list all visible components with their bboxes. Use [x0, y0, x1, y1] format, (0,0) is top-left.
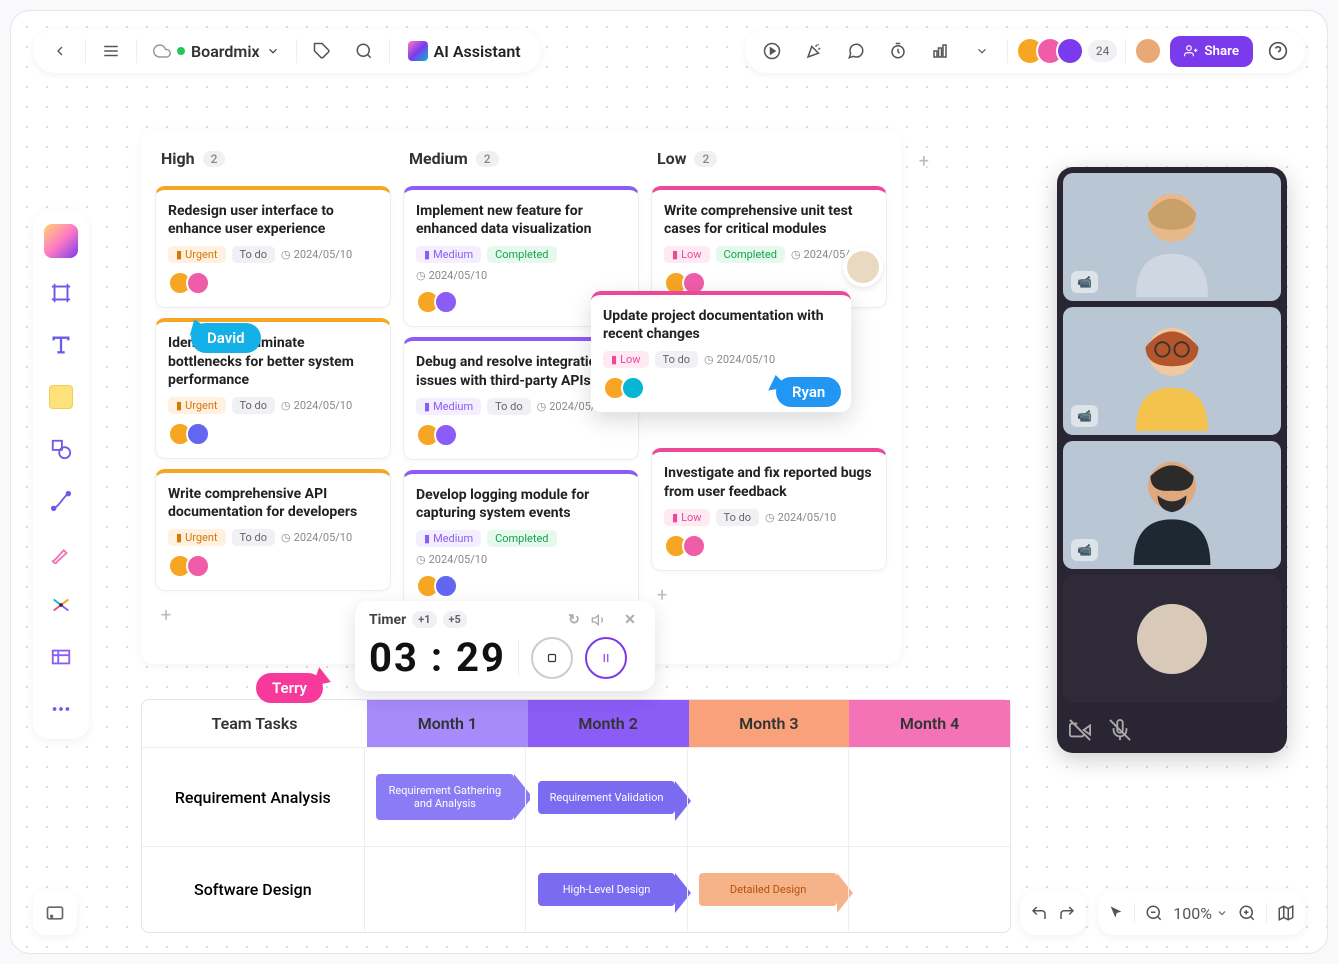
- zoom-level[interactable]: 100%: [1173, 904, 1228, 923]
- more-tools[interactable]: [41, 689, 81, 729]
- gantt-header-month: Month 3: [689, 700, 850, 747]
- cloud-icon: [153, 42, 171, 60]
- ai-logo-icon: [408, 41, 428, 61]
- timer-widget[interactable]: Timer +1 +5 ↻ ✕ 03 : 29: [355, 601, 655, 691]
- task-card[interactable]: Write comprehensive API documentation fo…: [155, 469, 391, 591]
- redo-button[interactable]: [1058, 904, 1076, 922]
- add-card-button[interactable]: +: [651, 581, 887, 610]
- avatar-circle: [1137, 604, 1207, 674]
- timer-close-button[interactable]: ✕: [619, 612, 641, 628]
- timer-plus5[interactable]: +5: [443, 611, 467, 628]
- task-card[interactable]: Redesign user interface to enhance user …: [155, 186, 391, 308]
- table-tool[interactable]: [41, 637, 81, 677]
- timer-pause-button[interactable]: [585, 637, 627, 679]
- timer-display: 03 : 29: [369, 634, 506, 681]
- topbar-right: 24 Share: [745, 29, 1305, 73]
- menu-button[interactable]: [94, 34, 128, 68]
- map-view-button[interactable]: [1277, 904, 1295, 922]
- tag-button[interactable]: [305, 34, 339, 68]
- task-card[interactable]: Develop logging module for capturing sys…: [403, 470, 639, 611]
- gantt-header-month: Month 1: [367, 700, 528, 747]
- gantt-header-month: Month 2: [528, 700, 689, 747]
- vote-button[interactable]: [923, 34, 957, 68]
- gantt-row[interactable]: Requirement Analysis Requirement Gatheri…: [142, 747, 1010, 846]
- video-call-panel[interactable]: 📹 📹 📹: [1057, 167, 1287, 753]
- video-tile[interactable]: 📹: [1063, 307, 1281, 435]
- undo-button[interactable]: [1030, 904, 1048, 922]
- logo-tool[interactable]: [41, 221, 81, 261]
- participant-count: 24: [1088, 40, 1118, 62]
- column-header[interactable]: High2: [155, 145, 391, 176]
- cursor-david: David: [191, 323, 261, 353]
- timer-reset-button[interactable]: ↻: [563, 612, 585, 628]
- timer-stop-button[interactable]: [531, 637, 573, 679]
- sync-status-dot: [177, 47, 185, 55]
- column-high[interactable]: High2 Redesign user interface to enhance…: [155, 145, 391, 650]
- zoom-in-button[interactable]: [1238, 904, 1256, 922]
- user-avatar[interactable]: [1134, 37, 1162, 65]
- person-icon: [1112, 177, 1232, 297]
- cursor-ryan: Ryan: [776, 377, 841, 407]
- collaborator-avatar: [843, 247, 883, 287]
- help-button[interactable]: [1261, 34, 1295, 68]
- ai-assistant-button[interactable]: AI Assistant: [398, 41, 531, 61]
- gantt-bar[interactable]: Detailed Design: [699, 873, 836, 906]
- timer-label: Timer: [369, 612, 406, 628]
- priority-pill: ▮ Urgent: [168, 246, 226, 263]
- board-title-dropdown[interactable]: Boardmix: [145, 42, 288, 61]
- shape-tool[interactable]: [41, 429, 81, 469]
- board-title: Boardmix: [191, 42, 260, 61]
- add-column-button[interactable]: +: [919, 151, 929, 172]
- due-date: ◷ 2024/05/10: [281, 248, 352, 261]
- back-button[interactable]: [43, 34, 77, 68]
- mic-toggle[interactable]: [1109, 719, 1131, 741]
- timer-sound-button[interactable]: [591, 612, 613, 628]
- video-tile[interactable]: 📹: [1063, 441, 1281, 569]
- video-tile-off[interactable]: [1063, 575, 1281, 703]
- participants[interactable]: 24: [1016, 37, 1118, 65]
- present-button[interactable]: [755, 34, 789, 68]
- gantt-bar[interactable]: Requirement Validation: [538, 781, 675, 814]
- topbar-left: Boardmix AI Assistant: [33, 29, 541, 73]
- tool-sidebar: [33, 211, 89, 739]
- celebrate-button[interactable]: [797, 34, 831, 68]
- gantt-chart[interactable]: Team Tasks Month 1 Month 2 Month 3 Month…: [141, 699, 1011, 933]
- share-button[interactable]: Share: [1170, 36, 1253, 67]
- gantt-bar[interactable]: High-Level Design: [538, 873, 675, 906]
- gantt-header-month: Month 4: [849, 700, 1010, 747]
- gantt-header-tasks: Team Tasks: [142, 700, 367, 747]
- minimap-button[interactable]: [33, 891, 77, 935]
- connector-tool[interactable]: [41, 481, 81, 521]
- avatar: [1056, 37, 1084, 65]
- gantt-row[interactable]: Software Design High-Level Design Detail…: [142, 846, 1010, 932]
- cursor-terry: Terry: [256, 673, 323, 703]
- more-tools-button[interactable]: [965, 34, 999, 68]
- chevron-down-icon: [1216, 907, 1228, 919]
- share-icon: [1184, 44, 1198, 58]
- timer-button[interactable]: [881, 34, 915, 68]
- gantt-bar[interactable]: Requirement Gathering and Analysis: [376, 774, 513, 820]
- camera-badge: 📹: [1071, 271, 1098, 293]
- camera-toggle[interactable]: [1069, 719, 1091, 741]
- sticky-icon: [50, 386, 72, 408]
- task-card[interactable]: Investigate and fix reported bugs from u…: [651, 448, 887, 570]
- frame-tool[interactable]: [41, 273, 81, 313]
- sticky-note-tool[interactable]: [41, 377, 81, 417]
- search-button[interactable]: [347, 34, 381, 68]
- chevron-down-icon: [266, 44, 280, 58]
- zoom-out-button[interactable]: [1145, 904, 1163, 922]
- cursor-mode[interactable]: [1108, 905, 1124, 921]
- status-pill: To do: [232, 246, 276, 263]
- mindmap-tool[interactable]: [41, 585, 81, 625]
- bottom-bar: 100%: [1020, 891, 1305, 935]
- logo-icon: [44, 224, 78, 258]
- timer-plus1[interactable]: +1: [412, 611, 436, 628]
- comment-button[interactable]: [839, 34, 873, 68]
- text-tool[interactable]: [41, 325, 81, 365]
- pen-tool[interactable]: [41, 533, 81, 573]
- video-tile[interactable]: 📹: [1063, 173, 1281, 301]
